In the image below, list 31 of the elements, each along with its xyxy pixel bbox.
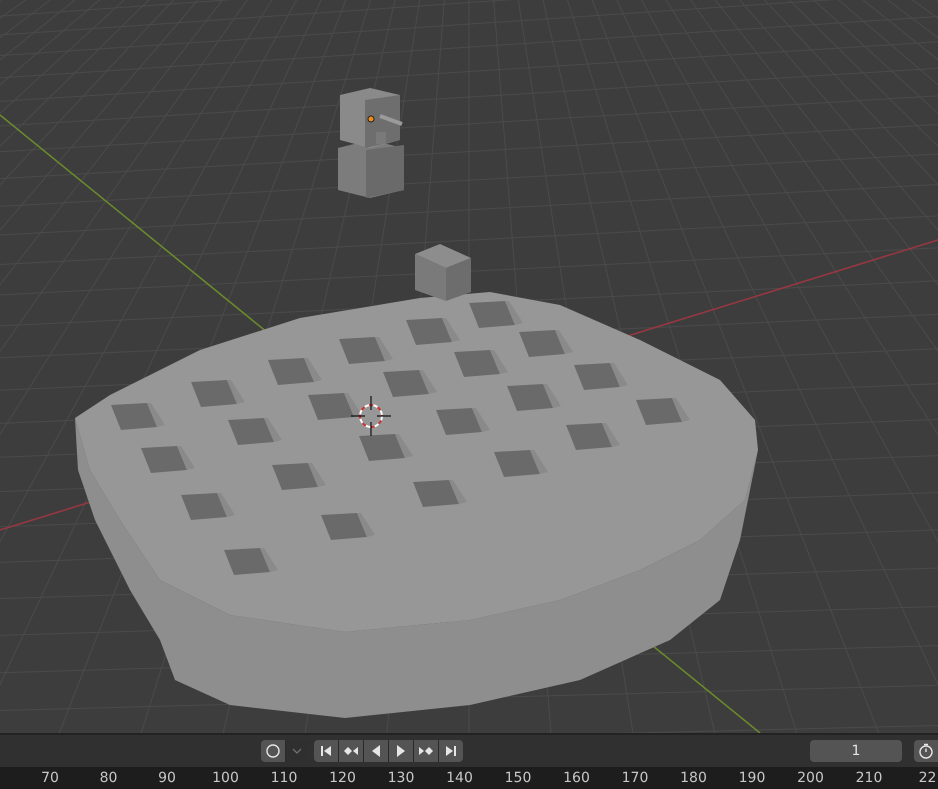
frame-number: 70 bbox=[40, 769, 60, 788]
caret-icon bbox=[292, 747, 302, 755]
frame-number: 160 bbox=[562, 769, 591, 788]
frame-number: 210 bbox=[854, 769, 884, 788]
skip-to-start-icon bbox=[318, 743, 334, 759]
frame-number: 110 bbox=[270, 769, 298, 788]
current-frame-field[interactable]: 1 bbox=[810, 740, 902, 762]
play-button[interactable] bbox=[389, 740, 413, 762]
frame-number: 90 bbox=[157, 769, 177, 788]
frame-number: 100 bbox=[211, 769, 240, 788]
frame-number: 22 bbox=[918, 769, 938, 788]
frame-number: 140 bbox=[445, 769, 474, 788]
jump-to-end-button[interactable] bbox=[439, 740, 463, 762]
auto-keying-toggle[interactable] bbox=[261, 740, 285, 762]
play-reverse-button[interactable] bbox=[364, 740, 388, 762]
frame-number: 170 bbox=[620, 769, 650, 788]
skip-to-end-icon bbox=[443, 743, 459, 759]
circle-icon bbox=[265, 743, 281, 759]
next-keyframe-button[interactable] bbox=[414, 740, 438, 762]
previous-keyframe-button[interactable] bbox=[339, 740, 363, 762]
cube-drawing bbox=[415, 244, 471, 301]
frame-number: 130 bbox=[386, 769, 416, 788]
frame-number: 120 bbox=[328, 769, 357, 788]
frame-number: 200 bbox=[796, 769, 825, 788]
frame-number: 80 bbox=[98, 769, 118, 788]
3d-cursor-icon bbox=[350, 395, 392, 437]
frame-number: 150 bbox=[504, 769, 532, 788]
stopwatch-icon[interactable] bbox=[914, 740, 938, 762]
frame-number: 180 bbox=[679, 769, 708, 788]
jump-to-start-button[interactable] bbox=[314, 740, 338, 762]
frame-number: 190 bbox=[738, 769, 766, 788]
